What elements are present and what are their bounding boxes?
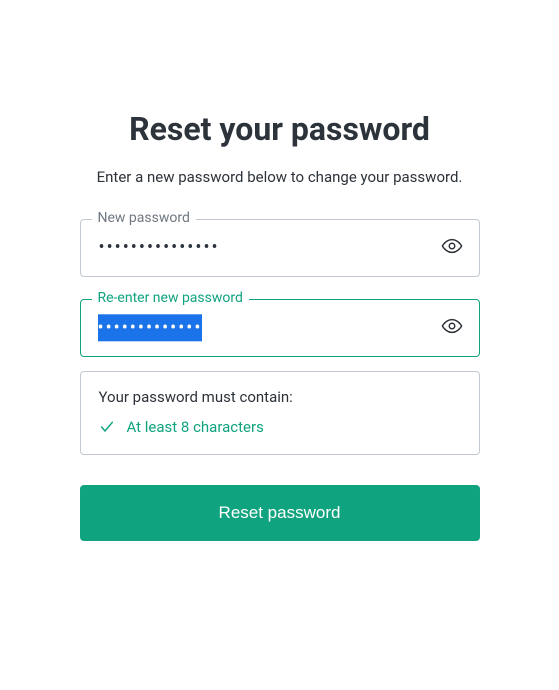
eye-icon (441, 315, 463, 340)
page-title: Reset your password (129, 110, 430, 148)
confirm-password-field-wrap: Re-enter new password ••••••••••••• (80, 299, 480, 357)
page-subtitle: Enter a new password below to change you… (97, 166, 463, 189)
confirm-password-input[interactable] (80, 299, 480, 357)
password-rule-item: At least 8 characters (99, 418, 461, 436)
new-password-input[interactable] (80, 219, 480, 277)
check-icon (99, 419, 115, 435)
reset-password-button[interactable]: Reset password (80, 485, 480, 541)
password-rules-box: Your password must contain: At least 8 c… (80, 371, 480, 455)
new-password-field-wrap: New password (80, 219, 480, 277)
toggle-visibility-confirm-password[interactable] (434, 310, 470, 346)
eye-icon (441, 235, 463, 260)
toggle-visibility-new-password[interactable] (434, 230, 470, 266)
password-rule-text: At least 8 characters (127, 418, 264, 436)
reset-password-form: Reset your password Enter a new password… (80, 110, 480, 541)
password-rules-title: Your password must contain: (99, 388, 461, 406)
